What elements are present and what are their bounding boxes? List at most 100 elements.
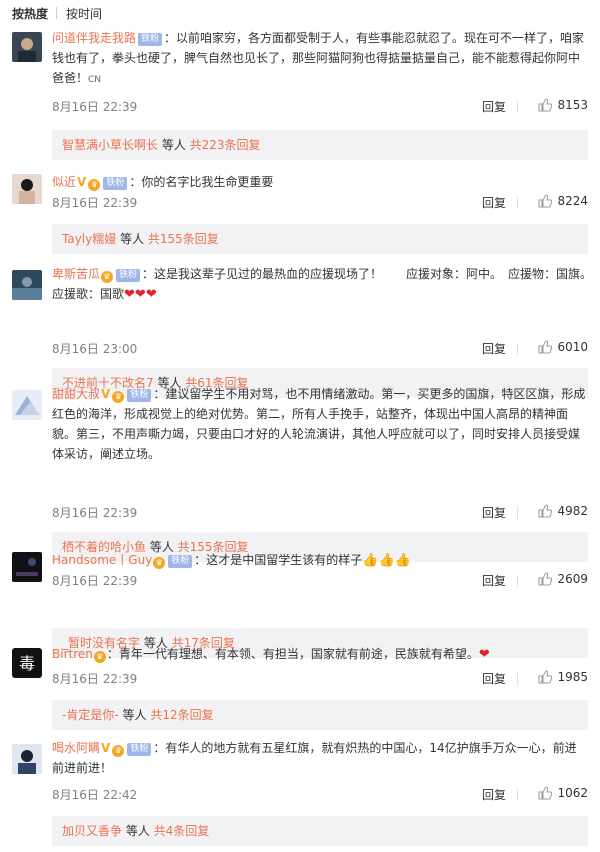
comment-username[interactable]: 喝水阿瞒 xyxy=(52,741,100,755)
heart-icon: ❤ xyxy=(134,287,146,302)
comment-text: 卑斯苦瓜 ♛ 铁粉 ：这是我这辈子见过的最热血的应援现场了！ 应援对象：阿中。 应援物… xyxy=(52,264,598,305)
reply-button[interactable]: 回复 xyxy=(482,340,506,357)
like-button[interactable]: 6010 xyxy=(538,340,588,354)
sub-reply-user[interactable]: Tayly糯嫚 xyxy=(62,232,116,246)
sub-replies: 加贝又香争 等人 共4条回复 xyxy=(52,816,588,846)
comment-username[interactable]: 甜甜大叔 xyxy=(52,387,100,401)
vip-crown-icon: ♛ xyxy=(112,745,125,757)
avatar[interactable] xyxy=(12,744,42,774)
tab-divider xyxy=(56,7,57,19)
sub-reply-label: 等人 xyxy=(122,824,154,838)
reply-button[interactable]: 回复 xyxy=(482,194,506,211)
comment-meta: 8月16日 23:00 回复 6010 xyxy=(52,338,588,358)
sub-reply-user[interactable]: 加贝又香争 xyxy=(62,824,122,838)
thumbs-up-emoji-icon: 👍 xyxy=(394,553,411,568)
meta-divider xyxy=(517,507,518,519)
verified-v-icon: V xyxy=(101,741,111,755)
sub-reply-more-link[interactable]: 共4条回复 xyxy=(154,824,210,838)
cn-suffix: CN xyxy=(88,75,102,85)
comment-text: 似近V ♛ 铁粉 ：你的名字比我生命更重要 xyxy=(52,172,588,192)
thumbs-up-emoji-icon: 👍 xyxy=(362,553,379,568)
sub-reply-user[interactable]: 智慧满小草长啊长 xyxy=(62,138,158,152)
comment-body: ：你的名字比我生命更重要 xyxy=(129,175,274,189)
like-count: 1985 xyxy=(557,670,588,684)
fan-badge: 铁粉 xyxy=(116,269,141,282)
thumb-up-icon xyxy=(538,98,553,112)
sort-tabs: 按热度 按时间 xyxy=(12,5,102,21)
fan-badge: 铁粉 xyxy=(138,33,163,46)
avatar[interactable] xyxy=(12,174,42,204)
comment-username[interactable]: 似近 xyxy=(52,175,76,189)
fan-badge: 铁粉 xyxy=(127,743,152,756)
avatar[interactable]: 毒 xyxy=(12,648,42,678)
thumb-up-icon xyxy=(538,194,553,208)
tab-by-time[interactable]: 按时间 xyxy=(66,5,102,21)
verified-v-icon: V xyxy=(77,175,87,189)
comment-username[interactable]: 卑斯苦瓜 xyxy=(52,267,100,281)
comment-text: 问道伴我走我路 铁粉 ：以前咱家穷，各方面都受制于人，有些事能忍就忍了。现在可不一样… xyxy=(52,28,588,90)
thumb-up-icon xyxy=(538,670,553,684)
vip-crown-icon: ♛ xyxy=(101,271,114,283)
like-count: 6010 xyxy=(557,340,588,354)
vip-crown-icon: ♛ xyxy=(93,651,106,663)
comment-body: ：这才是中国留学生该有的样子 xyxy=(194,553,363,567)
meta-divider xyxy=(517,101,518,113)
sub-reply-more-link[interactable]: 共223条回复 xyxy=(190,138,261,152)
thumb-up-icon xyxy=(538,504,553,518)
reply-button[interactable]: 回复 xyxy=(482,98,506,115)
thumb-up-icon xyxy=(538,786,553,800)
fan-badge: 铁粉 xyxy=(127,389,152,402)
sub-reply-label: 等人 xyxy=(158,138,190,152)
sub-replies: 智慧满小草长啊长 等人 共223条回复 xyxy=(52,130,588,160)
vip-crown-icon: ♛ xyxy=(88,179,101,191)
heart-icon: ❤ xyxy=(478,647,490,662)
sub-replies: -肯定是你- 等人 共12条回复 xyxy=(52,700,588,730)
sub-reply-user[interactable]: -肯定是你- xyxy=(62,708,119,722)
like-count: 8224 xyxy=(557,194,588,208)
like-button[interactable]: 4982 xyxy=(538,504,588,518)
avatar[interactable] xyxy=(12,552,42,582)
comment-meta: 8月16日 22:42 回复 1062 xyxy=(52,784,588,804)
avatar[interactable] xyxy=(12,390,42,420)
comment-text: Birtren ♛ ：青年一代有理想、有本领、有担当，国家就有前途，民族就有希望。❤ xyxy=(52,644,588,665)
comment-meta: 8月16日 22:39 回复 8224 xyxy=(52,192,588,212)
comment-body: ：青年一代有理想、有本领、有担当，国家就有前途，民族就有希望。 xyxy=(106,647,479,661)
comment-text: 喝水阿瞒V ♛ 铁粉 ：有华人的地方就有五星红旗，就有炽热的中国心，14亿护旗手万众一… xyxy=(52,738,588,778)
sub-reply-more-link[interactable]: 共155条回复 xyxy=(148,232,219,246)
avatar[interactable] xyxy=(12,32,42,62)
comment-meta: 8月16日 22:39 回复 4982 xyxy=(52,502,588,522)
comment-time: 8月16日 22:39 xyxy=(52,506,138,520)
like-button[interactable]: 1985 xyxy=(538,670,588,684)
sub-reply-label: 等人 xyxy=(118,708,151,722)
comment-username[interactable]: 问道伴我走我路 xyxy=(52,31,136,45)
avatar[interactable] xyxy=(12,270,42,300)
reply-button[interactable]: 回复 xyxy=(482,504,506,521)
comment-time: 8月16日 22:39 xyxy=(52,574,138,588)
like-button[interactable]: 1062 xyxy=(538,786,588,800)
comment-text: 甜甜大叔V ♛ 铁粉 ：建议留学生不用对骂，也不用情绪激动。第一，买更多的国旗，特区区… xyxy=(52,384,588,464)
comment-time: 8月16日 22:42 xyxy=(52,788,138,802)
verified-v-icon: V xyxy=(101,387,111,401)
like-button[interactable]: 8153 xyxy=(538,98,588,112)
heart-icon: ❤ xyxy=(124,287,135,302)
meta-divider xyxy=(517,575,518,587)
comment-username[interactable]: Birtren xyxy=(52,647,93,661)
tab-by-hot[interactable]: 按热度 xyxy=(12,5,48,21)
reply-button[interactable]: 回复 xyxy=(482,572,506,589)
thumb-up-icon xyxy=(538,572,553,586)
like-button[interactable]: 2609 xyxy=(538,572,588,586)
comment-time: 8月16日 22:39 xyxy=(52,672,138,686)
sub-reply-label: 等人 xyxy=(116,232,148,246)
avatar-letter: 毒 xyxy=(19,654,35,673)
sub-reply-more-link[interactable]: 共12条回复 xyxy=(150,708,213,722)
comment-meta: 8月16日 22:39 回复 8153 xyxy=(52,96,588,116)
reply-button[interactable]: 回复 xyxy=(482,786,506,803)
sub-replies: Tayly糯嫚 等人 共155条回复 xyxy=(52,224,588,254)
reply-button[interactable]: 回复 xyxy=(482,670,506,687)
heart-icon: ❤ xyxy=(145,287,157,302)
fan-badge: 铁粉 xyxy=(103,177,128,190)
comment-username[interactable]: Handsome丨Guy xyxy=(52,553,152,567)
like-button[interactable]: 8224 xyxy=(538,194,588,208)
vip-crown-icon: ♛ xyxy=(153,557,166,569)
fan-badge: 铁粉 xyxy=(168,555,193,568)
